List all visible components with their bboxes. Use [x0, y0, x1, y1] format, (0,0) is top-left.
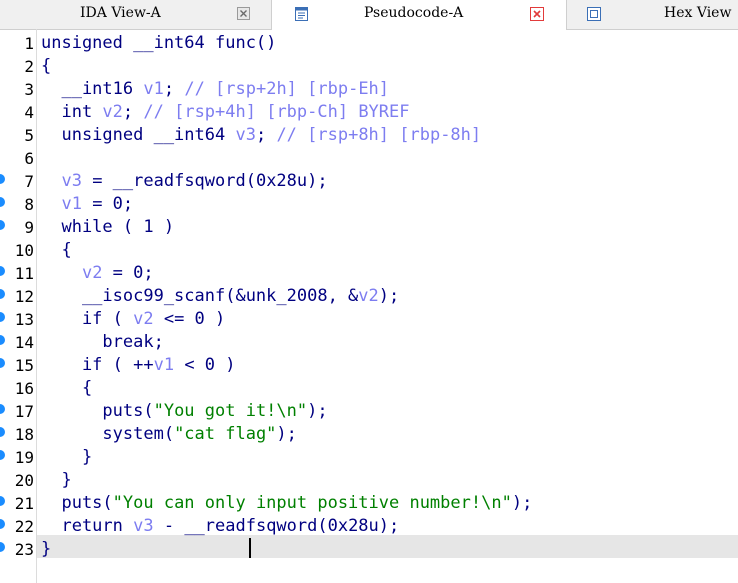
code-line[interactable]: {	[41, 377, 738, 400]
hex-view-icon	[586, 6, 602, 26]
line-number: 17	[14, 402, 34, 421]
line-number: 12	[14, 287, 34, 306]
code-line[interactable]: puts("You got it!\n");	[41, 400, 738, 423]
text-cursor	[249, 538, 251, 558]
code-line[interactable]: int v2; // [rsp+4h] [rbp-Ch] BYREF	[41, 101, 738, 124]
breakpoint-marker-icon[interactable]	[0, 358, 5, 368]
code-line[interactable]: if ( ++v1 < 0 )	[41, 354, 738, 377]
code-line[interactable]: return v3 - __readfsqword(0x28u);	[41, 515, 738, 538]
line-number: 21	[14, 494, 34, 513]
line-number: 5	[24, 126, 34, 145]
code-line[interactable]: }	[41, 446, 738, 469]
line-number: 23	[14, 540, 34, 559]
code-line[interactable]: {	[41, 55, 738, 78]
breakpoint-marker-icon[interactable]	[0, 289, 5, 299]
line-number: 16	[14, 379, 34, 398]
line-number: 19	[14, 448, 34, 467]
line-number: 6	[24, 149, 34, 168]
code-line[interactable]: v2 = 0;	[41, 262, 738, 285]
line-number: 11	[14, 264, 34, 283]
tab-ida-view-a[interactable]: IDA View-A	[0, 0, 270, 28]
line-number: 2	[24, 57, 34, 76]
line-number: 15	[14, 356, 34, 375]
code-line[interactable]: if ( v2 <= 0 )	[41, 308, 738, 331]
tab-bar: IDA View-A Pseudocode-A Hex View	[0, 0, 738, 30]
code-line[interactable]	[41, 147, 738, 170]
tab-label: IDA View-A	[80, 5, 161, 21]
code-line[interactable]: unsigned __int64 v3; // [rsp+8h] [rbp-8h…	[41, 124, 738, 147]
close-icon[interactable]	[530, 7, 544, 25]
tab-label: Pseudocode-A	[364, 5, 464, 21]
breakpoint-marker-icon[interactable]	[0, 174, 5, 184]
line-number: 13	[14, 310, 34, 329]
code-line[interactable]: __int16 v1; // [rsp+2h] [rbp-Eh]	[41, 78, 738, 101]
breakpoint-marker-icon[interactable]	[0, 335, 5, 345]
gutter-separator	[36, 29, 37, 583]
line-number: 9	[24, 218, 34, 237]
code-line[interactable]: }	[41, 538, 738, 561]
tab-hex-view[interactable]: Hex View	[568, 0, 738, 28]
breakpoint-marker-icon[interactable]	[0, 197, 5, 207]
line-number: 20	[14, 471, 34, 490]
code-line[interactable]: system("cat flag");	[41, 423, 738, 446]
code-line[interactable]: while ( 1 )	[41, 216, 738, 239]
code-line[interactable]: v1 = 0;	[41, 193, 738, 216]
breakpoint-marker-icon[interactable]	[0, 450, 5, 460]
breakpoint-marker-icon[interactable]	[0, 312, 5, 322]
breakpoint-marker-icon[interactable]	[0, 220, 5, 230]
line-number: 22	[14, 517, 34, 536]
line-number: 14	[14, 333, 34, 352]
code-line[interactable]: puts("You can only input positive number…	[41, 492, 738, 515]
code-line[interactable]: }	[41, 469, 738, 492]
line-number: 18	[14, 425, 34, 444]
close-icon[interactable]	[237, 7, 250, 24]
line-number: 7	[24, 172, 34, 191]
line-number-gutter: 1 2 3 4 5 6 7 8 9 10 11 12 13 14 15 16 1…	[0, 29, 36, 583]
pseudocode-icon	[294, 6, 310, 26]
breakpoint-marker-icon[interactable]	[0, 542, 5, 552]
line-number: 3	[24, 80, 34, 99]
code-line[interactable]: {	[41, 239, 738, 262]
breakpoint-marker-icon[interactable]	[0, 519, 5, 529]
breakpoint-marker-icon[interactable]	[0, 266, 5, 276]
line-number: 4	[24, 103, 34, 122]
breakpoint-marker-icon[interactable]	[0, 496, 5, 506]
code-line[interactable]: break;	[41, 331, 738, 354]
breakpoint-marker-icon[interactable]	[0, 404, 5, 414]
line-number: 10	[14, 241, 34, 260]
tab-label: Hex View	[664, 5, 732, 21]
tab-pseudocode-a[interactable]: Pseudocode-A	[271, 0, 567, 30]
code-line[interactable]: v3 = __readfsqword(0x28u);	[41, 170, 738, 193]
code-line[interactable]: __isoc99_scanf(&unk_2008, &v2);	[41, 285, 738, 308]
code-line[interactable]: unsigned __int64 func()	[41, 32, 738, 55]
breakpoint-marker-icon[interactable]	[0, 427, 5, 437]
line-number: 1	[24, 34, 34, 53]
line-number: 8	[24, 195, 34, 214]
